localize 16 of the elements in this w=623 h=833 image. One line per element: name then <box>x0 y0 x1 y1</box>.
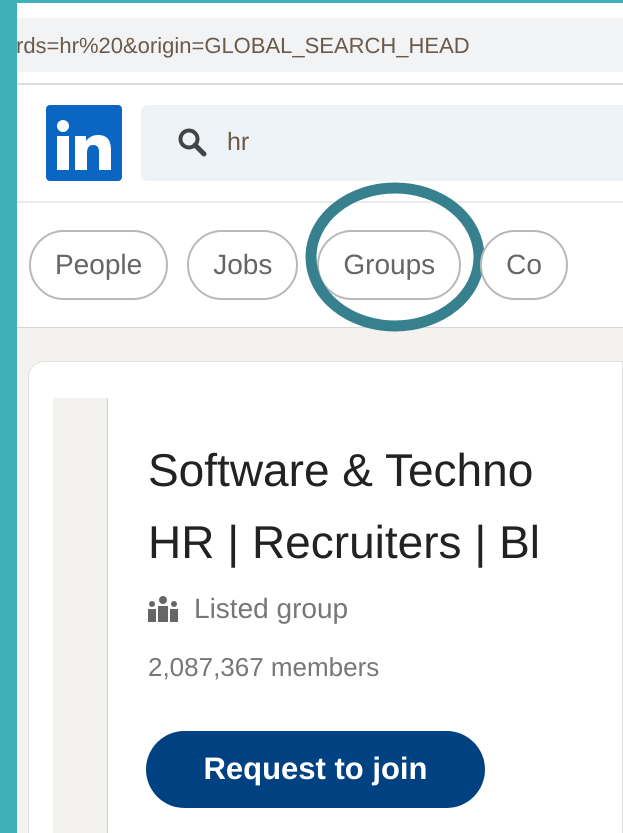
filter-pill[interactable]: Jobs <box>187 230 298 300</box>
search-value: hr <box>227 127 250 158</box>
member-count: 2,087,367 members <box>148 651 380 684</box>
url-text: rds=hr%20&origin=GLOBAL_SEARCH_HEAD <box>17 32 470 60</box>
group-icon <box>148 596 178 622</box>
address-bar[interactable]: rds=hr%20&origin=GLOBAL_SEARCH_HEAD <box>17 18 623 72</box>
group-title[interactable]: Software & Techno <box>148 434 540 506</box>
filter-pill[interactable]: People <box>29 230 168 300</box>
visibility-label: Listed group <box>194 592 348 626</box>
app-logo[interactable] <box>46 105 122 181</box>
filter-pill[interactable]: Co <box>480 230 568 300</box>
search-field[interactable]: hr <box>141 105 623 181</box>
request-to-join-button[interactable]: Request to join <box>146 731 485 808</box>
search-icon <box>177 127 209 159</box>
filter-pill[interactable]: Groups <box>317 230 462 300</box>
group-title[interactable]: HR | Recruiters | Bl <box>148 506 540 578</box>
